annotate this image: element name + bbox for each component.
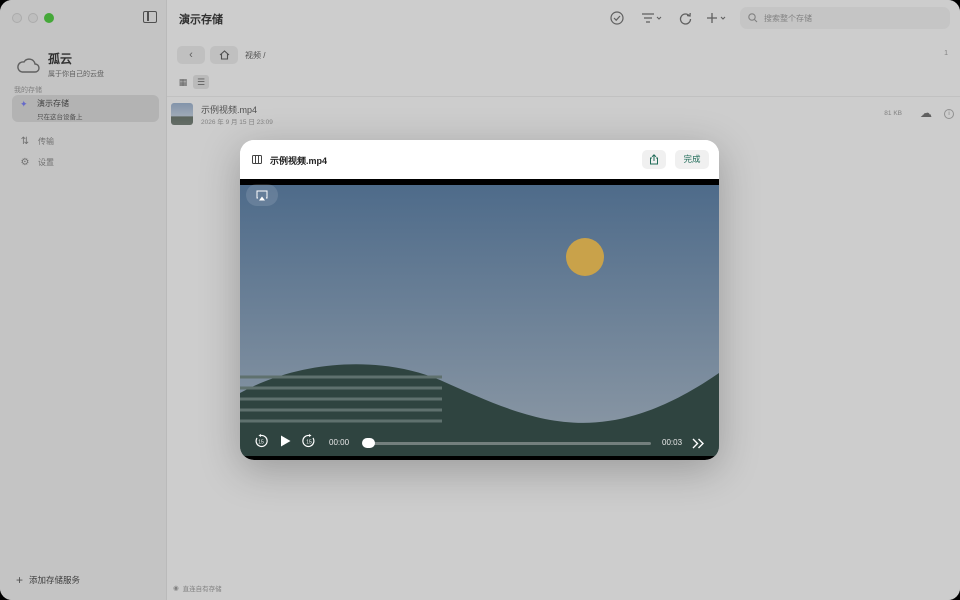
modal-title: 示例视频.mp4 <box>270 156 328 166</box>
video-frame <box>240 185 719 456</box>
airplay-icon <box>256 190 268 200</box>
skip-forward-seconds: 15 <box>306 440 312 446</box>
share-button[interactable] <box>642 150 666 169</box>
done-button[interactable]: 完成 <box>675 150 709 169</box>
progress-scrubber[interactable] <box>362 438 375 448</box>
current-time: 00:00 <box>329 438 350 447</box>
airplay-button[interactable] <box>246 184 278 206</box>
player-controls: 15 15 00:00 00:03 <box>240 430 719 456</box>
skip-back-15-icon: 15 <box>255 434 268 448</box>
skip-back-button[interactable]: 15 <box>254 434 268 453</box>
skip-forward-button[interactable]: 15 <box>302 434 316 453</box>
fast-forward-icon <box>692 438 704 449</box>
film-icon <box>252 155 262 164</box>
app-window: 孤云 属于你自己的云盘 我的存储 ✦ 演示存储 只在这台设备上 ⇅ 传输 ⚙ 设… <box>0 0 960 600</box>
play-button[interactable] <box>279 434 292 453</box>
skip-back-seconds: 15 <box>258 440 264 446</box>
share-icon <box>650 154 658 165</box>
playback-speed-button[interactable] <box>692 436 705 454</box>
play-icon <box>281 435 291 447</box>
duration: 00:03 <box>662 438 683 447</box>
modal-header: 示例视频.mp4 完成 <box>240 140 719 179</box>
video-preview-modal: 示例视频.mp4 完成 15 15 00:00 00:03 <box>240 140 719 460</box>
video-player[interactable]: 15 15 00:00 00:03 <box>240 179 719 460</box>
progress-track[interactable] <box>364 442 651 445</box>
skip-forward-15-icon: 15 <box>302 434 315 448</box>
